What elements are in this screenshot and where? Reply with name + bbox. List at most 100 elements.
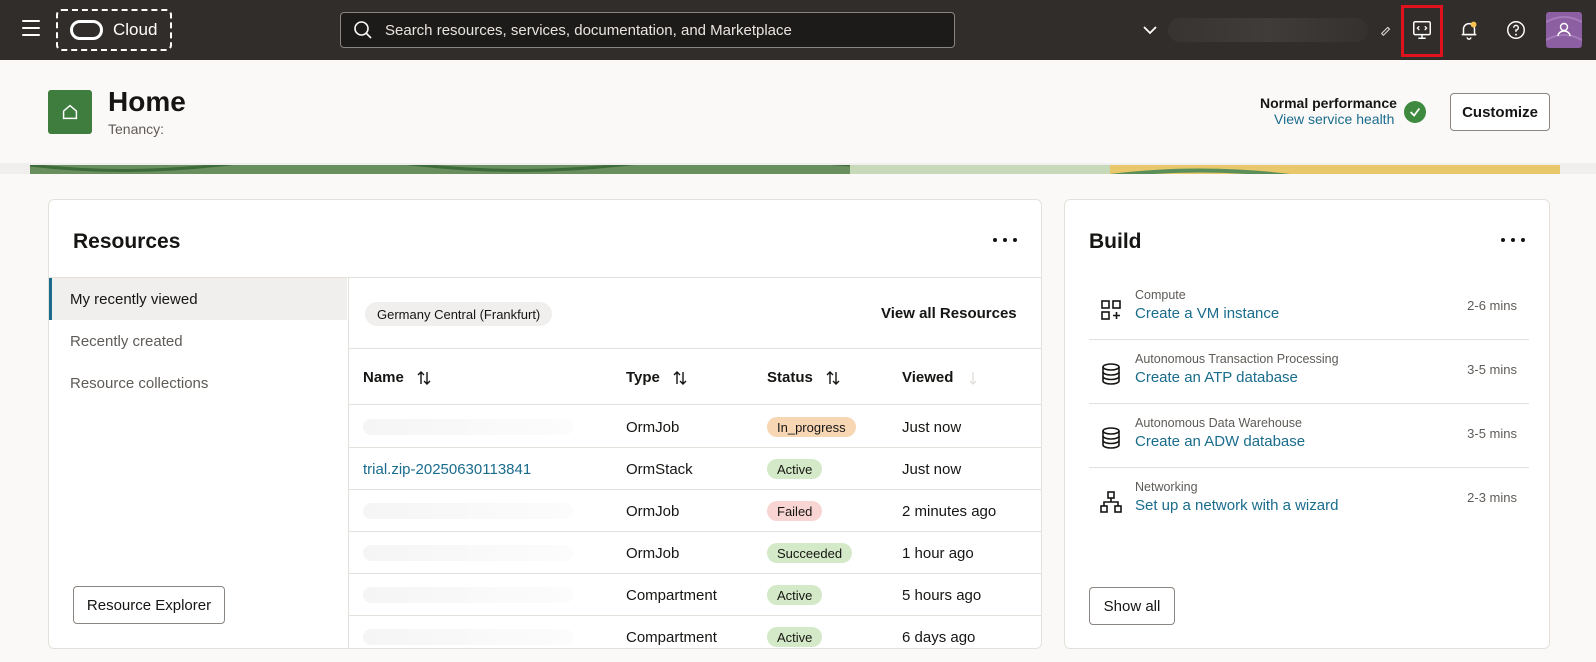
oracle-cloud-logo[interactable]: Cloud — [56, 9, 172, 51]
row-name[interactable]: trial.zip-20250630113841 — [363, 448, 531, 490]
build-item-adw[interactable]: Autonomous Data Warehouse Create an ADW … — [1089, 404, 1529, 468]
compute-icon — [1101, 300, 1121, 320]
column-name-label: Name — [363, 369, 404, 386]
build-time: 3-5 mins — [1467, 362, 1517, 377]
help-icon[interactable] — [1502, 16, 1530, 44]
build-time: 2-6 mins — [1467, 298, 1517, 313]
sort-icon — [826, 370, 840, 385]
database-icon — [1102, 427, 1120, 449]
row-status: Active — [767, 448, 823, 490]
row-name[interactable] — [363, 532, 573, 574]
row-type: Compartment — [626, 628, 717, 646]
column-status-label: Status — [767, 369, 813, 386]
show-all-button[interactable]: Show all — [1089, 587, 1175, 625]
redacted-name — [363, 419, 573, 435]
table-row[interactable]: OrmJob Succeeded 1 hour ago — [349, 532, 1041, 574]
status-badge: In_progress — [767, 417, 856, 437]
tenancy-label: Tenancy: — [108, 121, 165, 137]
pen-icon[interactable] — [1372, 16, 1400, 44]
customize-button[interactable]: Customize — [1450, 93, 1550, 131]
build-time: 2-3 mins — [1467, 490, 1517, 505]
row-status: In_progress — [767, 406, 856, 448]
row-type: OrmJob — [626, 502, 680, 520]
resource-link[interactable]: trial.zip-20250630113841 — [363, 461, 531, 478]
row-name[interactable] — [363, 616, 573, 648]
column-viewed-label: Viewed — [902, 369, 954, 386]
network-wizard-link[interactable]: Set up a network with a wizard — [1135, 497, 1338, 514]
cloud-shell-icon[interactable] — [1408, 16, 1436, 44]
oracle-logo-icon — [70, 20, 103, 40]
nav-resource-collections[interactable]: Resource collections — [49, 362, 347, 404]
row-status: Failed — [767, 490, 823, 532]
build-item-compute[interactable]: Compute Create a VM instance 2-6 mins — [1089, 276, 1529, 340]
build-category: Compute — [1135, 288, 1186, 302]
resource-explorer-button[interactable]: Resource Explorer — [73, 586, 225, 624]
column-viewed[interactable]: Viewed — [902, 349, 981, 406]
view-all-resources-link[interactable]: View all Resources — [881, 305, 1017, 322]
row-type: OrmJob — [626, 544, 680, 562]
table-row[interactable]: OrmJob Failed 2 minutes ago — [349, 490, 1041, 532]
chevron-down-icon[interactable] — [1142, 22, 1158, 38]
more-options-icon[interactable] — [1501, 232, 1525, 248]
table-row[interactable]: Compartment Active 5 hours ago — [349, 574, 1041, 616]
column-type[interactable]: Type — [626, 349, 688, 406]
sort-descending-icon — [969, 371, 977, 385]
redacted-name — [363, 545, 573, 561]
column-status[interactable]: Status — [767, 349, 841, 406]
build-item-networking[interactable]: Networking Set up a network with a wizar… — [1089, 468, 1529, 532]
more-options-icon[interactable] — [993, 232, 1017, 248]
search-input[interactable] — [385, 21, 945, 39]
table-header: Name Type Status Viewed — [349, 348, 1041, 406]
build-time: 3-5 mins — [1467, 426, 1517, 441]
redacted-name — [363, 503, 573, 519]
resources-table-area: Germany Central (Frankfurt) View all Res… — [349, 277, 1041, 648]
create-atp-link[interactable]: Create an ATP database — [1135, 369, 1298, 386]
resources-title: Resources — [73, 230, 181, 253]
build-category: Autonomous Data Warehouse — [1135, 416, 1302, 430]
row-viewed: 6 days ago — [902, 628, 976, 646]
check-circle-icon — [1404, 101, 1426, 123]
row-name[interactable] — [363, 406, 573, 448]
row-type: OrmStack — [626, 460, 693, 478]
resources-nav: My recently viewed Recently created Reso… — [49, 277, 349, 648]
row-name[interactable] — [363, 490, 573, 532]
column-type-label: Type — [626, 369, 660, 386]
bell-icon[interactable] — [1455, 16, 1483, 44]
page-title: Home — [108, 86, 186, 117]
view-service-health-link[interactable]: View service health — [1274, 111, 1394, 127]
column-name[interactable]: Name — [363, 349, 432, 406]
resources-card: Resources My recently viewed Recently cr… — [48, 199, 1042, 649]
status-badge: Active — [767, 585, 823, 605]
page-header: Home Tenancy: Normal performance View se… — [0, 60, 1596, 163]
row-type: Compartment — [626, 586, 717, 604]
nav-recently-created[interactable]: Recently created — [49, 320, 347, 362]
decorative-banner — [0, 163, 1596, 174]
create-vm-link[interactable]: Create a VM instance — [1135, 305, 1279, 322]
build-item-atp[interactable]: Autonomous Transaction Processing Create… — [1089, 340, 1529, 404]
row-viewed: Just now — [902, 460, 962, 478]
user-avatar[interactable] — [1546, 12, 1582, 48]
status-badge: Active — [767, 627, 823, 647]
row-name[interactable] — [363, 574, 573, 616]
status-badge: Active — [767, 459, 823, 479]
sort-icon — [417, 370, 431, 385]
row-viewed: 2 minutes ago — [902, 502, 997, 520]
table-row[interactable]: OrmJob In_progress Just now — [349, 406, 1041, 448]
logo-text: Cloud — [113, 20, 158, 39]
row-status: Active — [767, 574, 823, 616]
search-icon — [354, 21, 372, 39]
search-bar[interactable] — [340, 12, 955, 48]
menu-icon[interactable] — [22, 20, 40, 38]
nav-recently-viewed[interactable]: My recently viewed — [49, 278, 347, 320]
row-type: OrmJob — [626, 418, 680, 436]
row-status: Succeeded — [767, 532, 853, 574]
network-icon — [1100, 491, 1122, 513]
build-category: Autonomous Transaction Processing — [1135, 352, 1339, 366]
redacted-name — [363, 629, 573, 645]
table-row[interactable]: Compartment Active 6 days ago — [349, 616, 1041, 648]
build-card: Build Compute Create a VM instance 2-6 m… — [1064, 199, 1550, 649]
table-row[interactable]: trial.zip-20250630113841 OrmStack Active… — [349, 448, 1041, 490]
top-navigation-bar: Cloud — [0, 0, 1596, 60]
create-adw-link[interactable]: Create an ADW database — [1135, 433, 1305, 450]
redacted-region-info — [1168, 18, 1368, 42]
